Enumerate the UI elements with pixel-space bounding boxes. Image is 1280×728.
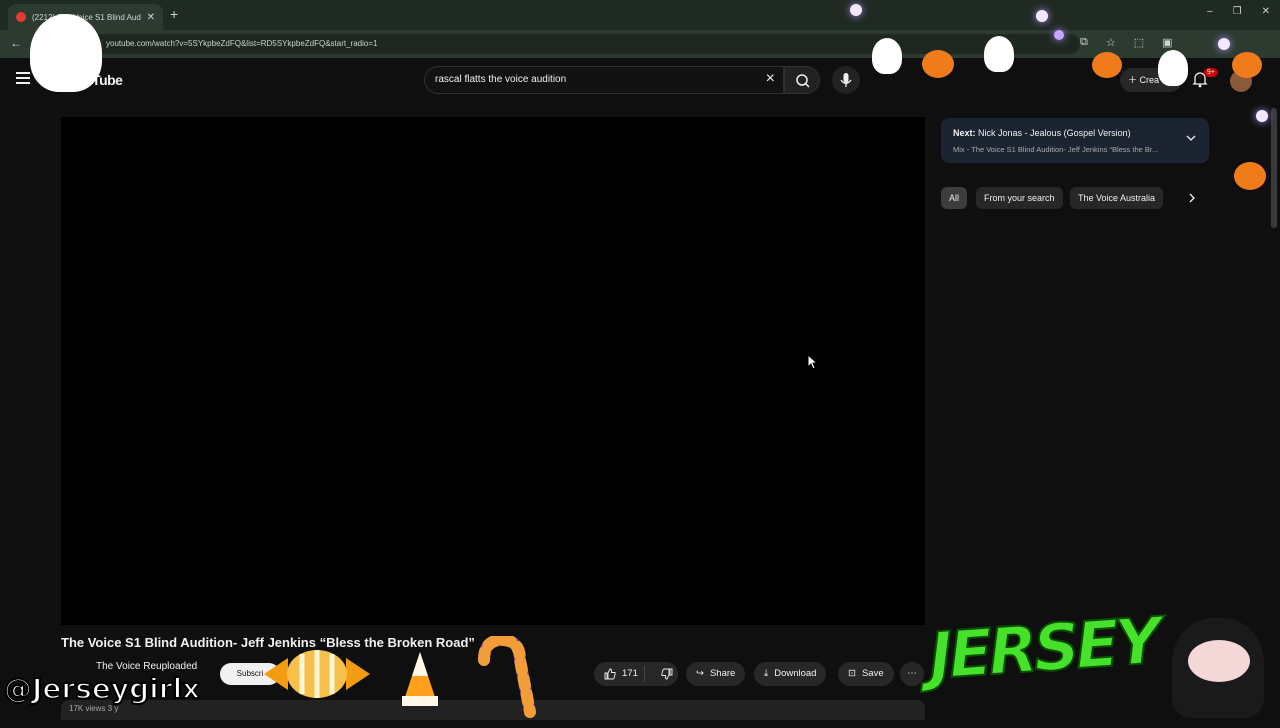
pumpkin-decoration [1232,52,1262,78]
sidebar-icon[interactable]: ▣ [1162,36,1172,49]
more-actions-button[interactable]: ⋯ [900,662,924,686]
clear-search-icon[interactable]: × [766,70,775,88]
like-dislike-group: 171 [594,662,678,686]
menu-icon[interactable] [16,72,30,87]
save-label: Save [861,668,884,679]
filter-chip-from-your-search[interactable]: From your search [976,187,1063,209]
cast-icon[interactable]: ⧉ [1080,36,1088,49]
create-label: Crea [1139,75,1160,85]
like-button[interactable]: 171 [594,666,645,682]
share-button[interactable]: ↪ Share [686,662,746,686]
light-bulb-decoration [1054,30,1064,40]
wrapped-candy-icon [264,650,370,698]
jersey-logo-overlay: JERSEY [926,604,1162,696]
light-bulb-decoration [1036,10,1048,22]
channel-name[interactable]: The Voice Reuploaded [96,661,197,672]
pumpkin-decoration [1092,52,1122,78]
pumpkin-decoration [1234,162,1266,190]
restore-icon[interactable]: ❐ [1233,6,1242,17]
video-player[interactable] [61,117,925,625]
download-label: Download [774,668,817,679]
window-controls: – ❐ ✕ [1207,6,1270,17]
download-button[interactable]: ⤓ Download [754,662,827,686]
new-tab-button[interactable]: + [170,6,178,22]
ghost-decoration [1158,50,1188,86]
minimize-icon[interactable]: – [1207,6,1213,17]
extensions-icon[interactable]: ⬚ [1134,36,1144,49]
extension-icons: ⧉ ☆ ⬚ ▣ [1080,36,1173,49]
playlist-mix-title: Mix - The Voice S1 Blind Audition- Jeff … [953,145,1159,154]
filter-chip-all[interactable]: All [941,187,968,209]
close-tab-icon[interactable]: ✕ [147,12,155,23]
pumpkin-decoration [922,50,954,78]
youtube-masthead: uTube rascal flatts the voice audition ×… [0,58,1280,104]
light-bulb-decoration [1218,38,1230,50]
bookmark-star-icon[interactable]: ☆ [1106,36,1116,49]
notification-badge: 9+ [1204,68,1218,77]
ghost-decoration [872,38,902,74]
plus-icon: ＋ [1128,75,1140,85]
youtube-favicon-icon [16,12,26,22]
share-label: Share [709,668,736,679]
search-icon [796,74,810,88]
save-button[interactable]: ⊡ Save [838,662,894,686]
url-field[interactable]: youtube.com/watch?v=5SYkpbeZdFQ&list=RD5… [50,34,1080,54]
thumbs-up-icon [604,668,616,680]
voice-search-button[interactable] [832,66,860,94]
bookmark-icon: ⊡ [848,668,856,679]
streamer-handle-overlay: @Jerseygirlx [3,671,201,706]
ghost-decoration [984,36,1014,72]
browser-address-bar: ← youtube.com/watch?v=5SYkpbeZdFQ&list=R… [0,30,1280,58]
chevron-right-icon[interactable] [1185,190,1199,206]
ghost-decoration [30,14,102,92]
chevron-down-icon[interactable] [1185,132,1197,144]
like-count: 171 [622,668,638,679]
candy-corn-icon [402,652,438,706]
next-prefix: Next: [953,128,976,138]
scrollbar-thumb[interactable] [1271,108,1277,228]
search-button[interactable] [784,66,820,94]
search-box[interactable]: rascal flatts the voice audition × [424,66,784,94]
close-window-icon[interactable]: ✕ [1262,6,1270,17]
browser-tab-bar: (2212) The Voice S1 Blind Audition ✕ + –… [0,0,1280,30]
download-icon: ⤓ [764,668,769,679]
share-arrow-icon: ↪ [696,668,704,679]
candy-cane-icon [478,636,536,718]
mouse-cursor-icon [807,354,819,370]
back-arrow-icon[interactable]: ← [10,36,22,50]
dislike-button[interactable] [651,668,673,680]
search-input[interactable]: rascal flatts the voice audition [435,74,566,85]
next-video-title: Nick Jonas - Jealous (Gospel Version) [978,128,1131,138]
filter-chip-the-voice-australia[interactable]: The Voice Australia [1070,187,1164,209]
microphone-icon [840,73,852,87]
thumbs-down-icon [661,668,673,680]
streamer-avatar-face [1188,640,1250,682]
light-bulb-decoration [850,4,862,16]
next-video-label: Next: Nick Jonas - Jealous (Gospel Versi… [953,128,1131,138]
more-dots-icon: ⋯ [907,668,917,679]
light-bulb-decoration [1256,110,1268,122]
playlist-next-panel[interactable]: Next: Nick Jonas - Jealous (Gospel Versi… [941,118,1209,163]
